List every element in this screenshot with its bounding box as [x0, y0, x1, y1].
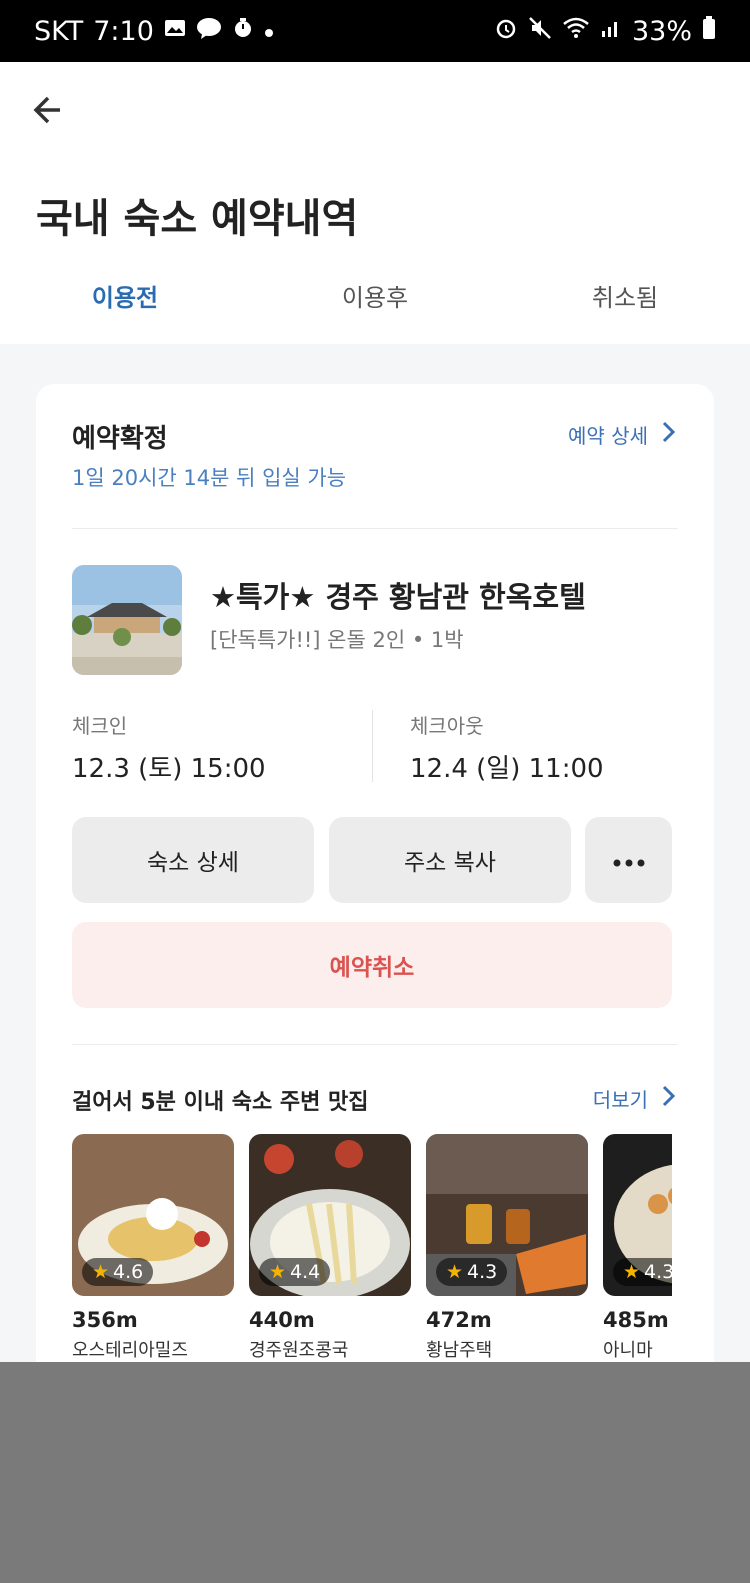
status-bar-left: SKT 7:10: [34, 16, 274, 47]
timer-icon: [232, 17, 254, 45]
restaurant-distance: 356m: [72, 1308, 138, 1332]
restaurant-photo: ★ 4.4: [249, 1134, 411, 1296]
rating-badge: ★ 4.3: [613, 1258, 672, 1286]
nearby-restaurants-title: 걸어서 5분 이내 숙소 주변 맛집: [72, 1090, 369, 1115]
arrow-left-icon: [30, 96, 66, 137]
restaurant-card[interactable]: ★ 4.6 356m 오스테리아밀즈: [72, 1134, 234, 1362]
rating-badge: ★ 4.6: [82, 1258, 154, 1286]
restaurant-distance: 440m: [249, 1308, 315, 1332]
star-icon: ★: [269, 1261, 287, 1283]
kakaotalk-icon: [196, 17, 222, 45]
carrier: SKT: [34, 15, 84, 47]
cancel-reservation-button[interactable]: 예약취소: [72, 922, 672, 1008]
checkin-label: 체크인: [72, 714, 128, 738]
restaurant-photo: ★ 4.6: [72, 1134, 234, 1296]
alarm-icon: [494, 16, 518, 46]
checkin-countdown: 1일 20시간 14분 뒤 입실 가능: [72, 466, 347, 490]
restaurant-card[interactable]: ★ 4.4 440m 경주원조콩국: [249, 1134, 411, 1362]
rating-value: 4.4: [290, 1261, 321, 1283]
more-options-button[interactable]: [585, 817, 672, 903]
restaurant-distance: 485m: [603, 1308, 669, 1332]
back-button[interactable]: [30, 92, 70, 132]
mute-icon: [528, 16, 552, 46]
reservation-detail-label: 예약 상세: [568, 424, 648, 448]
restaurant-name: 아니마: [603, 1340, 653, 1361]
hotel-name[interactable]: ★특가★ 경주 황남관 한옥호텔: [210, 574, 586, 616]
star-icon: ★: [623, 1261, 641, 1283]
star-icon: ★: [92, 1261, 110, 1283]
see-more-link[interactable]: 더보기: [593, 1084, 676, 1113]
hotel-detail-button[interactable]: 숙소 상세: [72, 817, 314, 903]
rating-badge: ★ 4.3: [436, 1258, 508, 1286]
rating-badge: ★ 4.4: [259, 1258, 331, 1286]
reservation-detail-link[interactable]: 예약 상세: [568, 420, 676, 449]
divider: [72, 528, 678, 529]
wifi-icon: [562, 17, 590, 45]
star-icon: ★: [446, 1261, 464, 1283]
clock: 7:10: [93, 15, 154, 47]
divider: [72, 1044, 678, 1045]
tab-bar: 이용전 이용후 취소됨: [0, 262, 750, 348]
bottom-overlay: [0, 1362, 750, 1583]
dot-icon: [264, 19, 274, 44]
chevron-right-icon: [662, 421, 676, 448]
restaurant-card[interactable]: ★ 4.3 472m 황남주택: [426, 1134, 588, 1362]
battery-icon: [702, 16, 716, 46]
restaurant-name: 황남주택: [426, 1340, 493, 1361]
tab-after-use[interactable]: 이용후: [250, 262, 500, 344]
checkout-value: 12.4 (일) 11:00: [410, 754, 604, 784]
reservation-card: 예약확정 1일 20시간 14분 뒤 입실 가능 예약 상세 ★특가★ 경주 황…: [36, 384, 714, 1384]
hotel-thumbnail[interactable]: [72, 565, 182, 675]
rating-value: 4.3: [644, 1261, 672, 1283]
restaurant-photo: ★ 4.3: [603, 1134, 672, 1296]
gallery-icon: [164, 18, 186, 44]
chevron-right-icon: [662, 1085, 676, 1112]
room-info: [단독특가!!] 온돌 2인 • 1박: [210, 628, 464, 652]
signal-icon: [600, 17, 622, 45]
more-horizontal-icon: [613, 847, 645, 873]
restaurant-name: 오스테리아밀즈: [72, 1340, 188, 1361]
top-bar: [0, 62, 750, 162]
restaurant-distance: 472m: [426, 1308, 492, 1332]
checkout-label: 체크아웃: [410, 714, 484, 738]
reservation-status: 예약확정: [72, 424, 168, 454]
page-title: 국내 숙소 예약내역: [36, 196, 359, 242]
status-bar-right: 33%: [494, 16, 716, 47]
tab-before-use[interactable]: 이용전: [0, 262, 250, 348]
copy-address-button[interactable]: 주소 복사: [329, 817, 571, 903]
checkin-value: 12.3 (토) 15:00: [72, 754, 266, 784]
restaurant-name: 경주원조콩국: [249, 1340, 349, 1361]
checkin-divider: [372, 710, 373, 782]
rating-value: 4.6: [113, 1261, 144, 1283]
restaurant-carousel[interactable]: ★ 4.6 356m 오스테리아밀즈 ★ 4.4 440m 경주원조콩국 ★ 4.3 …: [72, 1134, 672, 1374]
restaurant-card[interactable]: ★ 4.3 485m 아니마: [603, 1134, 672, 1362]
see-more-label: 더보기: [592, 1088, 648, 1112]
tab-cancelled[interactable]: 취소됨: [500, 262, 750, 344]
restaurant-photo: ★ 4.3: [426, 1134, 588, 1296]
status-bar: SKT 7:10 33%: [0, 0, 750, 62]
rating-value: 4.3: [467, 1261, 498, 1283]
battery-percent: 33%: [631, 15, 692, 47]
